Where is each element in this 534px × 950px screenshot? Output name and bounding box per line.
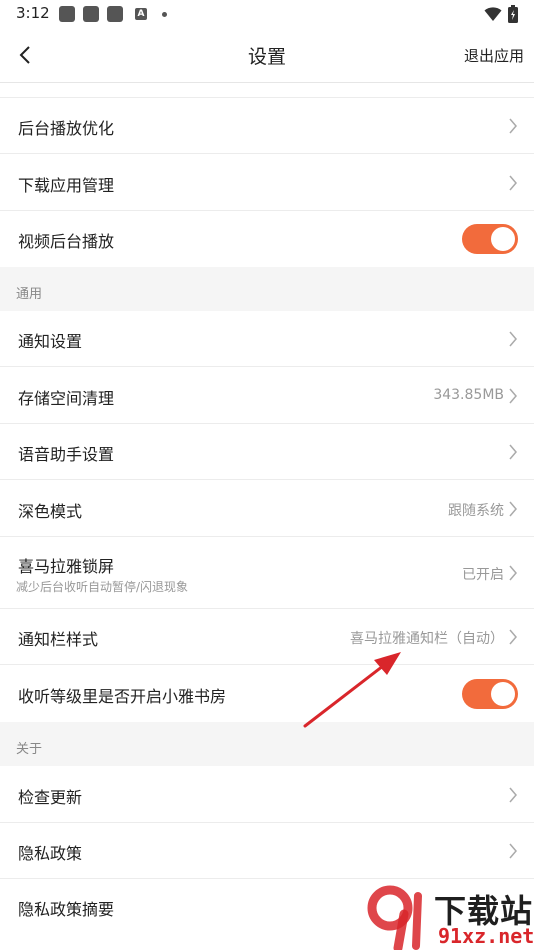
- xiaoya-study-toggle[interactable]: [462, 679, 518, 709]
- setting-row-notification-bar-style[interactable]: 通知栏样式 喜马拉雅通知栏（自动）: [0, 609, 534, 665]
- setting-row-video-background-playback: 视频后台播放: [0, 211, 534, 267]
- chevron-right-icon: [509, 787, 517, 803]
- watermark-url: 91xz.net: [438, 924, 534, 948]
- row-subtitle: 减少后台收听自动暂停/闪退现象: [16, 580, 189, 594]
- row-label: 隐私政策: [18, 844, 83, 863]
- section-title: 关于: [16, 742, 43, 757]
- setting-row-storage-cleanup[interactable]: 存储空间清理 343.85MB: [0, 367, 534, 424]
- page-title: 设置: [247, 46, 286, 68]
- setting-row-download-app-management[interactable]: 下载应用管理: [0, 154, 534, 211]
- chevron-right-icon: [509, 331, 517, 347]
- toggle-knob: [491, 682, 515, 706]
- row-label: 检查更新: [18, 788, 83, 807]
- notification-bar-style-value: 喜马拉雅通知栏（自动）: [350, 631, 504, 647]
- a-icon: A: [135, 8, 147, 20]
- setting-row-dark-mode[interactable]: 深色模式 跟随系统: [0, 480, 534, 537]
- chevron-right-icon: [509, 118, 517, 134]
- top-spacer: [0, 83, 534, 98]
- setting-row-voice-assistant[interactable]: 语音助手设置: [0, 424, 534, 480]
- row-label: 下载应用管理: [18, 176, 115, 195]
- chevron-right-icon: [509, 175, 517, 191]
- chevron-right-icon: [509, 843, 517, 859]
- row-label: 后台播放优化: [18, 119, 115, 138]
- section-title: 通用: [16, 287, 43, 302]
- toggle-knob: [491, 227, 515, 251]
- notification-icon: [107, 6, 123, 22]
- more-notifications-dot-icon: [162, 12, 167, 17]
- exit-app-button[interactable]: 退出应用: [464, 45, 524, 66]
- status-time: 3:12: [16, 4, 50, 22]
- lock-screen-status-value: 已开启: [462, 567, 504, 583]
- notification-icon: [59, 6, 75, 22]
- dark-mode-value: 跟随系统: [448, 503, 504, 519]
- chevron-right-icon: [509, 629, 517, 645]
- setting-row-background-playback-optimization[interactable]: 后台播放优化: [0, 98, 534, 154]
- row-label: 喜马拉雅锁屏: [18, 557, 115, 576]
- setting-row-notification-settings[interactable]: 通知设置: [0, 311, 534, 367]
- setting-row-privacy-policy[interactable]: 隐私政策: [0, 823, 534, 879]
- battery-icon: [508, 5, 518, 23]
- chevron-right-icon: [509, 444, 517, 460]
- storage-size-value: 343.85MB: [433, 387, 504, 403]
- header: 设置 退出应用: [0, 28, 534, 83]
- row-label: 隐私政策摘要: [18, 900, 115, 919]
- section-header-about: 关于: [0, 722, 534, 766]
- row-label: 收听等级里是否开启小雅书房: [18, 687, 227, 706]
- row-label: 视频后台播放: [18, 232, 115, 251]
- row-label: 通知栏样式: [18, 630, 99, 649]
- row-label: 语音助手设置: [18, 445, 115, 464]
- notification-icon: [83, 6, 99, 22]
- row-label: 存储空间清理: [18, 389, 115, 408]
- watermark: 下载站 91xz.net: [364, 884, 534, 950]
- video-background-playback-toggle[interactable]: [462, 224, 518, 254]
- setting-row-xiaoya-study: 收听等级里是否开启小雅书房: [0, 665, 534, 722]
- section-header-general: 通用: [0, 267, 534, 311]
- row-label: 深色模式: [18, 502, 83, 521]
- status-bar: 3:12 A: [0, 0, 534, 28]
- chevron-right-icon: [509, 388, 517, 404]
- chevron-right-icon: [509, 501, 517, 517]
- chevron-right-icon: [509, 565, 517, 581]
- row-label: 通知设置: [18, 332, 83, 351]
- setting-row-lock-screen[interactable]: 喜马拉雅锁屏 减少后台收听自动暂停/闪退现象 已开启: [0, 537, 534, 609]
- watermark-logo-icon: [367, 885, 422, 950]
- setting-row-check-update[interactable]: 检查更新: [0, 766, 534, 823]
- wifi-icon: [484, 7, 502, 21]
